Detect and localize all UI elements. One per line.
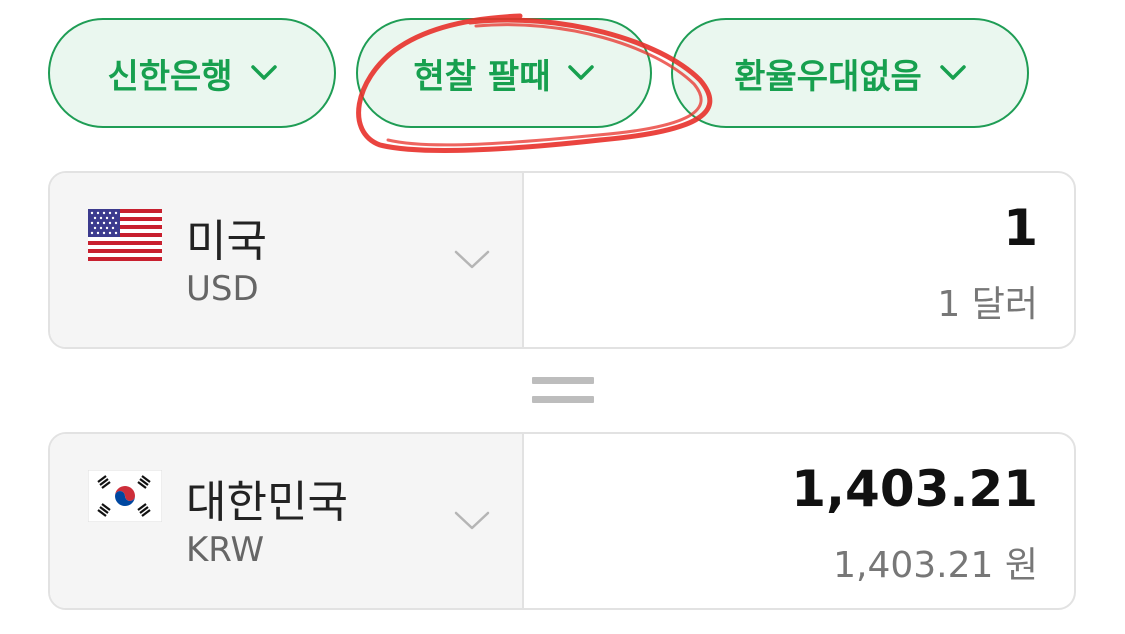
to-currency-row: 대한민국 KRW 1,403.21 1,403.21 원	[48, 432, 1076, 610]
kr-flag-icon	[88, 470, 162, 522]
equals-icon	[532, 377, 594, 407]
to-country-name: 대한민국	[186, 477, 348, 528]
to-currency-selector[interactable]: 대한민국 KRW	[50, 434, 524, 608]
chevron-down-icon	[940, 65, 966, 80]
from-currency-row: 미국 USD 1 1 달러	[48, 171, 1076, 349]
from-amount-input[interactable]: 1	[1003, 199, 1038, 257]
from-amount-text: 1 달러	[937, 284, 1038, 325]
bank-select-button[interactable]: 신한은행	[48, 18, 336, 128]
rate-type-select-button[interactable]: 현찰 팔때	[356, 18, 652, 128]
from-country-name: 미국	[186, 216, 267, 267]
to-amount-text: 1,403.21 원	[833, 545, 1038, 586]
us-flag-icon	[88, 209, 162, 261]
chevron-down-icon	[250, 65, 277, 80]
from-currency-code: USD	[186, 269, 259, 309]
bank-select-label: 신한은행	[107, 56, 233, 97]
chevron-down-icon	[568, 65, 595, 80]
rate-preference-select-label: 환율우대없음	[734, 56, 922, 97]
to-currency-code: KRW	[186, 530, 265, 570]
rate-preference-select-button[interactable]: 환율우대없음	[671, 18, 1029, 128]
chevron-down-icon	[454, 250, 490, 269]
from-currency-selector[interactable]: 미국 USD	[50, 173, 524, 347]
chevron-down-icon	[454, 511, 490, 530]
to-amount-value[interactable]: 1,403.21	[791, 460, 1038, 518]
rate-type-select-label: 현찰 팔때	[413, 56, 551, 97]
